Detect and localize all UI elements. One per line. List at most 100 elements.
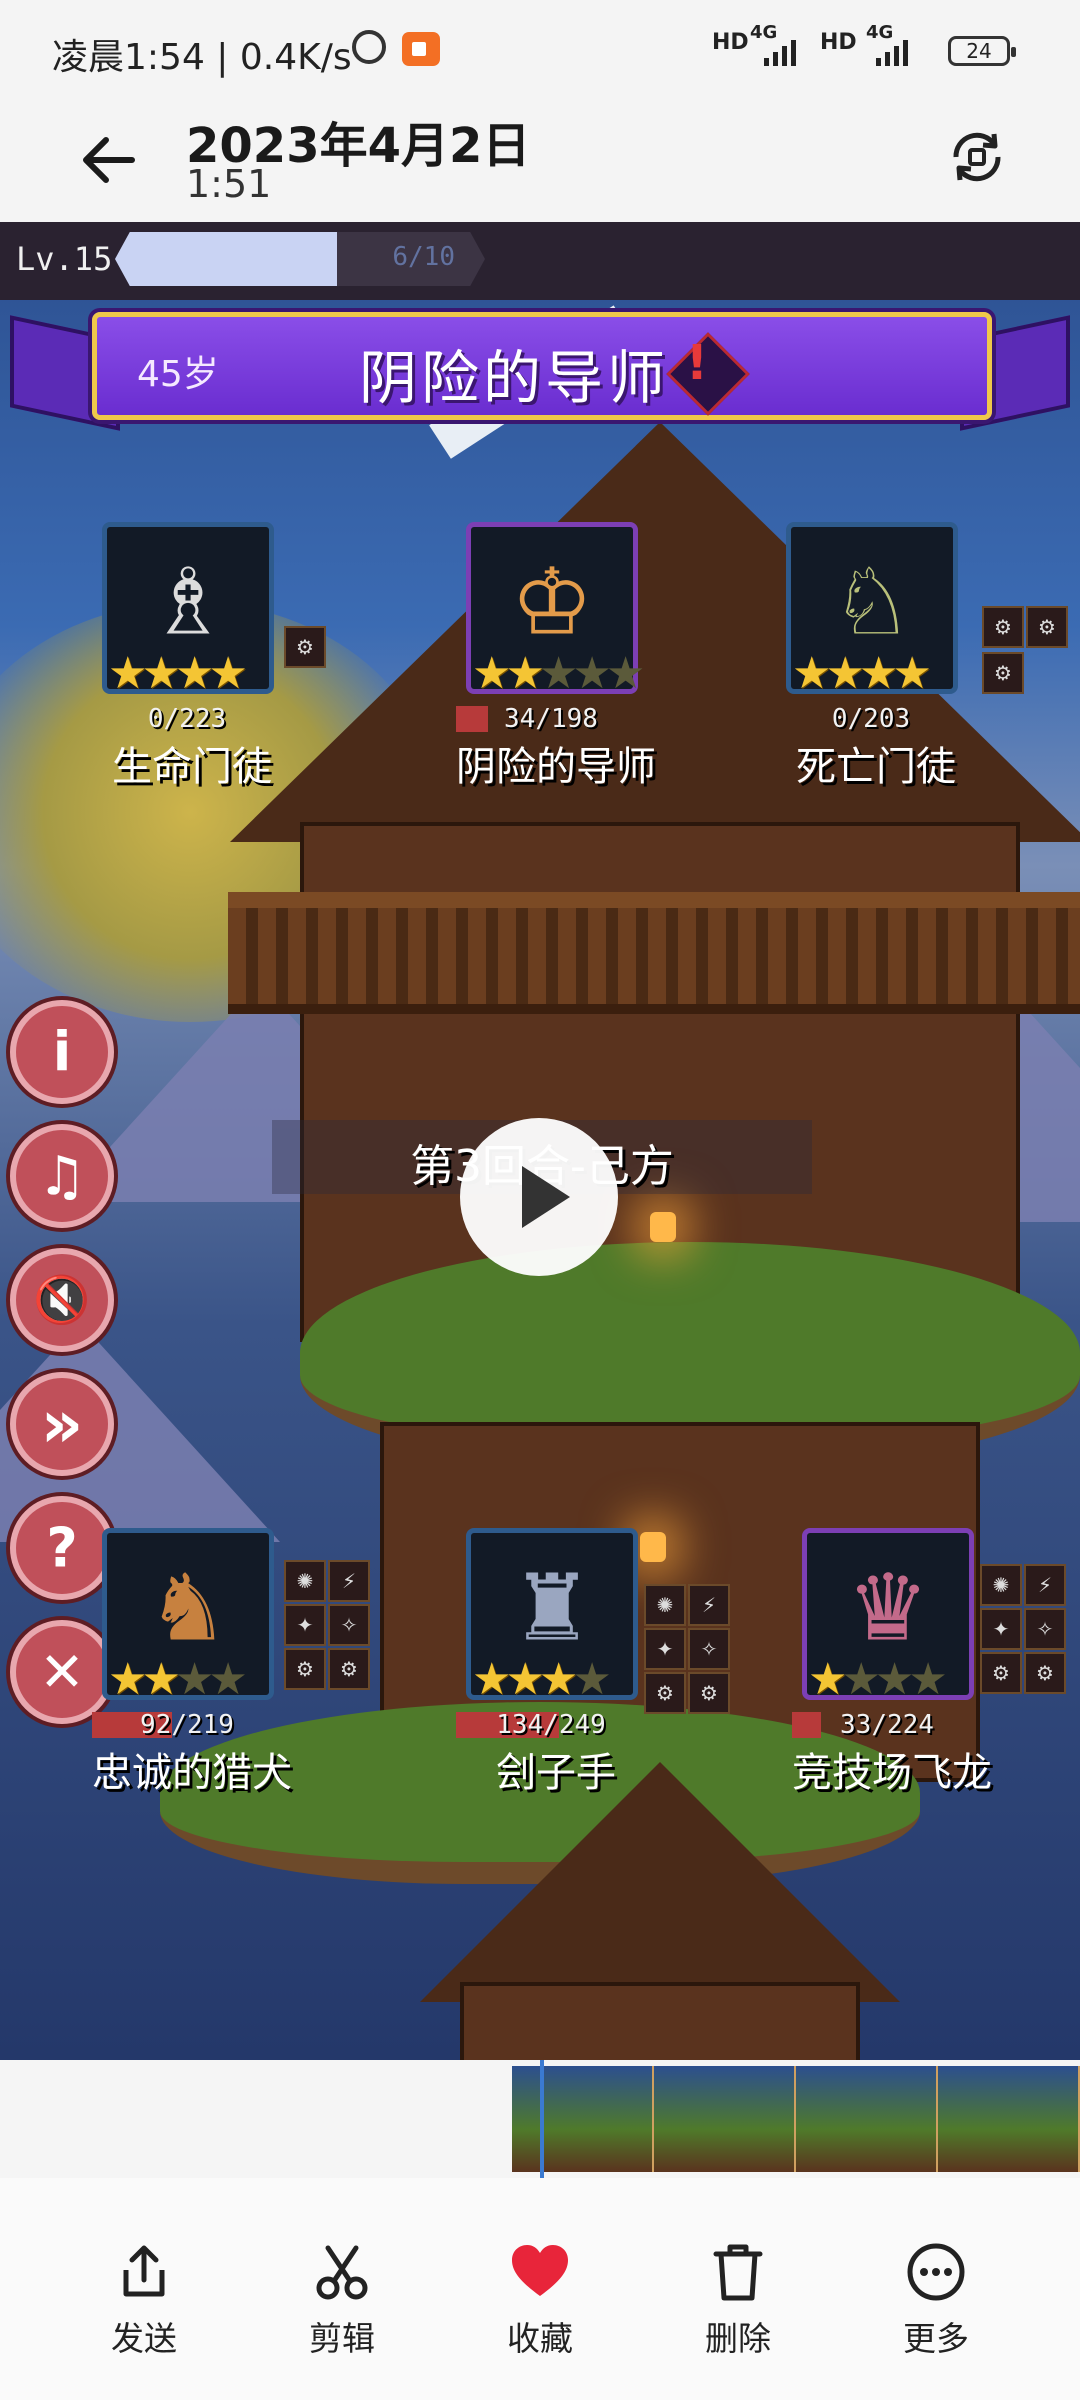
skill-strike-icon: ✧ xyxy=(328,1604,370,1646)
star-rating: ★★★★ xyxy=(108,1654,248,1705)
star-empty-icon: ★ xyxy=(174,1654,215,1705)
alarm-icon xyxy=(352,30,386,64)
hp-bar: 0/203 xyxy=(776,704,966,734)
star-filled-icon: ★ xyxy=(825,648,865,699)
item-slot-icon: ⚙ xyxy=(284,626,326,668)
status-time-speed: 凌晨1:54 | 0.4K/s xyxy=(52,37,352,78)
scrubber-frames xyxy=(512,2066,1080,2172)
play-button[interactable] xyxy=(460,1118,618,1276)
star-filled-icon: ★ xyxy=(174,648,215,699)
favorite-button[interactable]: 收藏 xyxy=(460,2240,620,2360)
delete-button[interactable]: 删除 xyxy=(658,2240,818,2360)
unit-figure-icon: ♔ xyxy=(510,548,594,656)
music-off-button[interactable]: ♫ xyxy=(10,1124,114,1228)
status-bar: 凌晨1:54 | 0.4K/s HD 4G HD 4G 24 xyxy=(0,0,1080,100)
item-slot-icon: ⚙ xyxy=(644,1672,686,1714)
enemy-unit[interactable]: ♗ ★★★★ ⚙ 0/223 生命门徒 xyxy=(102,522,442,790)
back-arrow-icon[interactable] xyxy=(72,120,152,200)
viewer-header: 2023年4月2日 1:51 xyxy=(0,100,1080,222)
scrubber-frame xyxy=(796,2066,938,2172)
star-rating: ★★★★ xyxy=(472,1654,612,1705)
unit-figure-icon: ♞ xyxy=(146,1554,230,1662)
star-empty-icon: ★ xyxy=(874,1654,915,1705)
star-empty-icon: ★ xyxy=(572,648,612,699)
send-button[interactable]: 发送 xyxy=(64,2240,224,2360)
sound-off-button[interactable]: 🔇 xyxy=(10,1248,114,1352)
hp-text: 0/203 xyxy=(831,704,911,734)
unit-name: 竞技场飞龙 xyxy=(792,1750,992,1796)
star-filled-icon: ★ xyxy=(108,648,148,699)
skill-bolt-icon: ⚡ xyxy=(688,1584,730,1626)
hp-bar: 92/219 xyxy=(92,1710,282,1740)
hp-text: 92/219 xyxy=(140,1710,234,1740)
enemy-unit[interactable]: ♘ ★★★★ ⚙ ⚙ ⚙ 0/203 死亡门徒 xyxy=(786,522,1080,790)
unit-name: 生命门徒 xyxy=(112,744,272,790)
xp-progress-bar: 6/10 xyxy=(115,232,485,286)
fast-forward-button[interactable]: » xyxy=(10,1372,114,1476)
battery-indicator: 24 xyxy=(948,36,1016,66)
hp-text: 0/223 xyxy=(147,704,227,734)
signal-icon-1 xyxy=(764,36,796,66)
unit-name: 阴险的导师 xyxy=(456,744,656,790)
star-empty-icon: ★ xyxy=(841,1654,881,1705)
hd-label-1: HD xyxy=(712,30,749,55)
banner-title: 阴险的导师 xyxy=(359,344,670,412)
ally-unit[interactable]: ♛ ★★★★ ✺ ⚡ ✦ ✧ ⚙ ⚙ 33/224 竞技场飞龙 xyxy=(792,1528,1080,1796)
unit-figure-icon: ♜ xyxy=(510,1554,594,1662)
video-frame[interactable]: Lv.15 6/10 45岁 阴险的导师 ! ♗ ★★★★ ⚙ 0/223 生命… xyxy=(0,222,1080,2060)
edit-label: 剪辑 xyxy=(309,2319,375,2358)
star-filled-icon: ★ xyxy=(505,648,545,699)
skill-strike-icon: ✧ xyxy=(1024,1608,1066,1650)
hp-bar: 34/198 xyxy=(456,704,646,734)
ally-unit[interactable]: ♜ ★★★★ ✺ ⚡ ✦ ✧ ⚙ ⚙ 134/249 刽子手 xyxy=(456,1528,806,1796)
item-slot-icon: ⚙ xyxy=(980,1652,1022,1694)
level-label: Lv.15 xyxy=(16,240,113,278)
star-empty-icon: ★ xyxy=(538,648,579,699)
banner-age: 45岁 xyxy=(137,354,219,395)
unit-figure-icon: ♘ xyxy=(830,548,914,656)
sound-off-icon: 🔇 xyxy=(33,1272,91,1327)
hp-text: 134/249 xyxy=(496,1710,606,1740)
star-filled-icon: ★ xyxy=(108,1654,148,1705)
video-scrubber[interactable] xyxy=(0,2060,1080,2178)
star-filled-icon: ★ xyxy=(141,1654,181,1705)
bottom-toolbar: 发送 剪辑 收藏 删除 更多 xyxy=(0,2178,1080,2400)
more-button[interactable]: 更多 xyxy=(856,2240,1016,2360)
star-filled-icon: ★ xyxy=(141,648,181,699)
hp-text: 34/198 xyxy=(504,704,598,734)
hp-bar: 0/223 xyxy=(92,704,282,734)
signal-icon-2 xyxy=(876,36,908,66)
fast-forward-icon: » xyxy=(40,1385,84,1463)
close-button[interactable]: ✕ xyxy=(10,1620,114,1724)
help-button[interactable]: ? xyxy=(10,1496,114,1600)
share-icon xyxy=(123,2245,165,2297)
enemy-banner: 45岁 阴险的导师 ! xyxy=(92,312,992,420)
star-filled-icon: ★ xyxy=(208,648,248,699)
skill-fire-icon: ✺ xyxy=(284,1560,326,1602)
hp-text: 33/224 xyxy=(840,1710,934,1740)
scrubber-frame xyxy=(654,2066,796,2172)
lantern-glow xyxy=(650,1212,676,1242)
help-icon: ? xyxy=(46,1516,78,1580)
info-button[interactable]: i xyxy=(10,1000,114,1104)
item-slot-icon: ⚙ xyxy=(982,652,1024,694)
unit-name: 忠诚的猎犬 xyxy=(92,1750,292,1796)
item-slot-icon: ⚙ xyxy=(1024,1652,1066,1694)
edit-button[interactable]: 剪辑 xyxy=(262,2240,422,2360)
xp-text: 6/10 xyxy=(392,242,455,272)
star-rating: ★★★★ xyxy=(792,648,932,699)
star-filled-icon: ★ xyxy=(538,1654,579,1705)
skill-claw-icon: ✦ xyxy=(284,1604,326,1646)
rotate-icon[interactable] xyxy=(942,122,1012,192)
skill-claw-icon: ✦ xyxy=(980,1608,1022,1650)
star-empty-icon: ★ xyxy=(208,1654,248,1705)
skill-fire-icon: ✺ xyxy=(644,1584,686,1626)
star-empty-icon: ★ xyxy=(605,648,646,699)
music-off-icon: ♫ xyxy=(37,1144,87,1208)
trash-icon xyxy=(713,2244,763,2301)
skill-bolt-icon: ⚡ xyxy=(328,1560,370,1602)
star-filled-icon: ★ xyxy=(472,1654,512,1705)
scrubber-cursor[interactable] xyxy=(540,2060,544,2178)
scrubber-frame xyxy=(512,2066,654,2172)
ally-unit[interactable]: ♞ ★★★★ ✺ ⚡ ✦ ✧ ⚙ ⚙ 92/219 忠诚的猎犬 xyxy=(92,1528,442,1796)
